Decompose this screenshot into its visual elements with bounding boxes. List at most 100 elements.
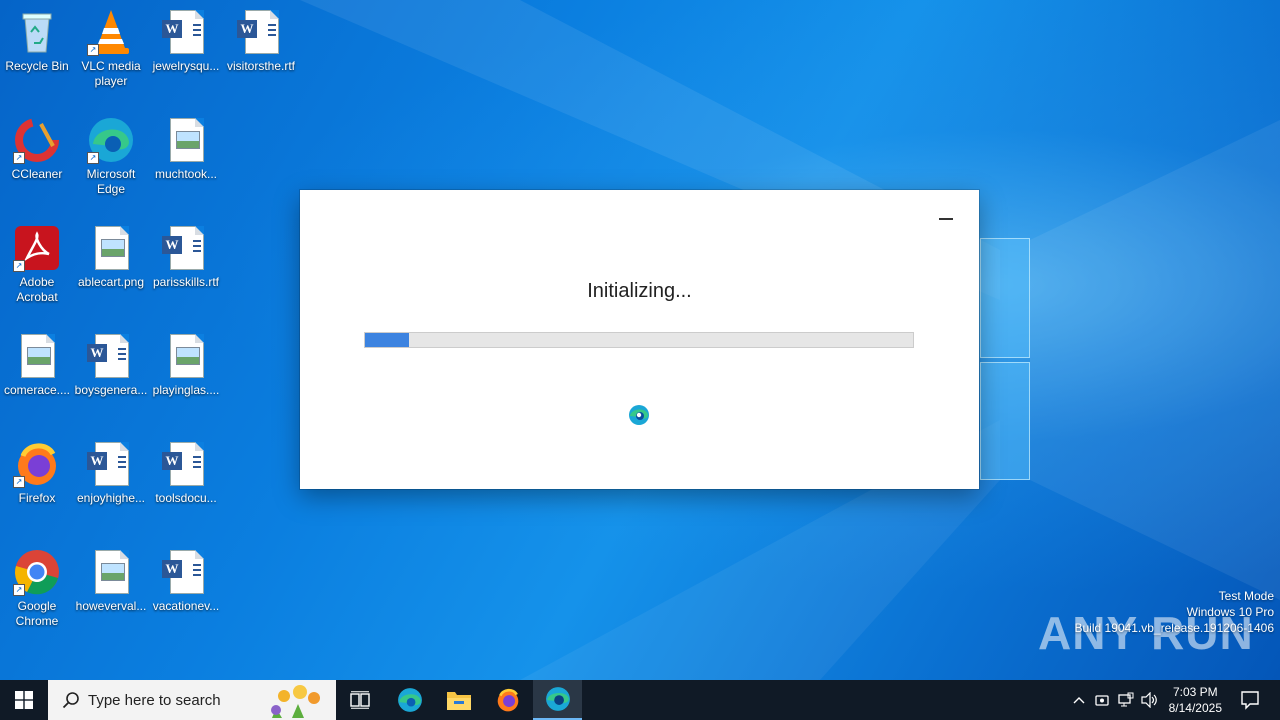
windows-logo-wallpaper [980, 238, 1032, 482]
task-view-button[interactable] [336, 680, 384, 720]
desktop-icon-label: Recycle Bin [5, 59, 69, 73]
word-document-icon: W [162, 8, 210, 56]
desktop-icon-muchtook[interactable]: muchtook... [149, 116, 223, 182]
edge-installer-icon [545, 687, 570, 711]
watermark-build: Build 19041.vb_release.191206-1406 [1074, 621, 1275, 635]
desktop-icon-parisskills[interactable]: W parisskills.rtf [149, 224, 223, 290]
taskbar: Type here to search 7:03 PM 8/14/2025 [0, 680, 1280, 720]
shortcut-arrow-icon: ↗ [87, 44, 99, 56]
desktop-icon-label: CCleaner [11, 167, 63, 181]
windows-start-icon [15, 691, 33, 709]
image-file-icon [162, 116, 210, 164]
desktop-icon-label: comerace.... [3, 383, 71, 397]
desktop-icon-toolsdocu[interactable]: W toolsdocu... [149, 440, 223, 506]
desktop-icon-label: Microsoft Edge [86, 167, 136, 196]
edge-icon: ↗ [87, 116, 135, 164]
taskbar-search-box[interactable]: Type here to search [48, 680, 336, 720]
desktop-icon-recycle-bin[interactable]: Recycle Bin [0, 8, 74, 74]
taskbar-file-explorer-button[interactable] [435, 680, 483, 720]
show-hidden-icons-button[interactable] [1068, 680, 1090, 720]
network-icon [1118, 692, 1134, 707]
installer-progress-bar [364, 332, 914, 348]
system-tray [1068, 680, 1162, 720]
desktop-icon-label: jewelrysqu... [152, 59, 220, 73]
desktop-icon-label: muchtook... [154, 167, 218, 181]
desktop-icon-label: boysgenera... [74, 383, 148, 397]
edge-loading-spinner-icon [627, 403, 651, 427]
action-center-button[interactable] [1240, 690, 1260, 715]
folder-icon [447, 692, 471, 710]
word-document-icon: W [87, 332, 135, 380]
clock-time: 7:03 PM [1172, 685, 1218, 699]
image-file-icon [87, 224, 135, 272]
progress-bar-fill [365, 333, 409, 347]
desktop-icon-visitorsthe[interactable]: W visitorsthe.rtf [224, 8, 298, 74]
task-view-icon [350, 691, 370, 709]
taskbar-clock[interactable]: 7:03 PM 8/14/2025 [1169, 684, 1222, 716]
installer-window: Initializing... [300, 190, 979, 489]
desktop-icon-ablecart[interactable]: ablecart.png [74, 224, 148, 290]
desktop-icon-playinglas[interactable]: playinglas.... [149, 332, 223, 398]
taskbar-edge-button[interactable] [386, 680, 434, 720]
desktop-icon-adobe-acrobat[interactable]: ↗ Adobe Acrobat [0, 224, 74, 305]
desktop-icon-label: vacationev... [152, 599, 220, 613]
desktop-icon-label: howeverval... [75, 599, 147, 613]
desktop-icon-vacationev[interactable]: W vacationev... [149, 548, 223, 614]
word-document-icon: W [237, 8, 285, 56]
image-file-icon [87, 548, 135, 596]
desktop-icon-label: toolsdocu... [155, 491, 217, 505]
device-icon [1095, 695, 1109, 706]
tray-volume-button[interactable] [1138, 680, 1162, 720]
volume-icon [1141, 692, 1157, 708]
word-document-icon: W [162, 548, 210, 596]
desktop-icon-howeverval[interactable]: howeverval... [74, 548, 148, 614]
shortcut-arrow-icon: ↗ [13, 476, 25, 488]
search-highlight-flowers-icon [271, 685, 320, 718]
desktop-icon-label: Google Chrome [15, 599, 59, 628]
desktop-icon-label: visitorsthe.rtf [226, 59, 295, 73]
desktop-icon-boysgenera[interactable]: W boysgenera... [74, 332, 148, 398]
shortcut-arrow-icon: ↗ [87, 152, 99, 164]
desktop-icon-label: Firefox [18, 491, 56, 505]
shortcut-arrow-icon: ↗ [13, 260, 25, 272]
desktop-icon-ccleaner[interactable]: ↗ CCleaner [0, 116, 74, 182]
desktop-icon-label: parisskills.rtf [152, 275, 219, 289]
desktop-icon-comerace[interactable]: comerace.... [0, 332, 74, 398]
desktop-icon-microsoft-edge[interactable]: ↗ Microsoft Edge [74, 116, 148, 197]
desktop-icon-label: ablecart.png [77, 275, 145, 289]
taskbar-edge-installer-button[interactable] [533, 680, 582, 720]
desktop-icon-label: enjoyhighe... [76, 491, 146, 505]
ccleaner-icon: ↗ [13, 116, 61, 164]
recycle-bin-icon [13, 8, 61, 56]
watermark-test-mode: Test Mode [1218, 589, 1274, 603]
desktop-icon-firefox[interactable]: ↗ Firefox [0, 440, 74, 506]
desktop-icon-label: playinglas.... [152, 383, 220, 397]
desktop-icon-enjoyhighe[interactable]: W enjoyhighe... [74, 440, 148, 506]
image-file-icon [13, 332, 61, 380]
image-file-icon [162, 332, 210, 380]
word-document-icon: W [87, 440, 135, 488]
desktop-icon-label: Adobe Acrobat [16, 275, 58, 304]
tray-network-adapter-button[interactable] [1090, 680, 1114, 720]
tray-network-button[interactable] [1114, 680, 1138, 720]
firefox-icon [497, 688, 519, 712]
chevron-up-icon [1073, 697, 1085, 704]
shortcut-arrow-icon: ↗ [13, 152, 25, 164]
desktop: Recycle Bin ↗ CCleaner ↗ Adobe Acrobat c… [0, 0, 1280, 680]
edge-icon [398, 688, 422, 712]
firefox-icon: ↗ [13, 440, 61, 488]
start-button[interactable] [0, 680, 48, 720]
desktop-icon-vlc[interactable]: ↗ VLC media player [74, 8, 148, 89]
taskbar-firefox-button[interactable] [484, 680, 532, 720]
notification-icon [1241, 691, 1259, 710]
minimize-button[interactable] [939, 210, 953, 224]
windows-watermark: Test Mode Windows 10 Pro Build 19041.vb_… [1075, 588, 1275, 636]
word-document-icon: W [162, 224, 210, 272]
search-placeholder: Type here to search [88, 692, 221, 709]
installer-status-text: Initializing... [587, 280, 692, 302]
shortcut-arrow-icon: ↗ [13, 584, 25, 596]
desktop-icon-label: VLC media player [81, 59, 141, 88]
desktop-icon-google-chrome[interactable]: ↗ Google Chrome [0, 548, 74, 629]
desktop-icon-jewelrysqu[interactable]: W jewelrysqu... [149, 8, 223, 74]
vlc-cone-icon: ↗ [87, 8, 135, 56]
